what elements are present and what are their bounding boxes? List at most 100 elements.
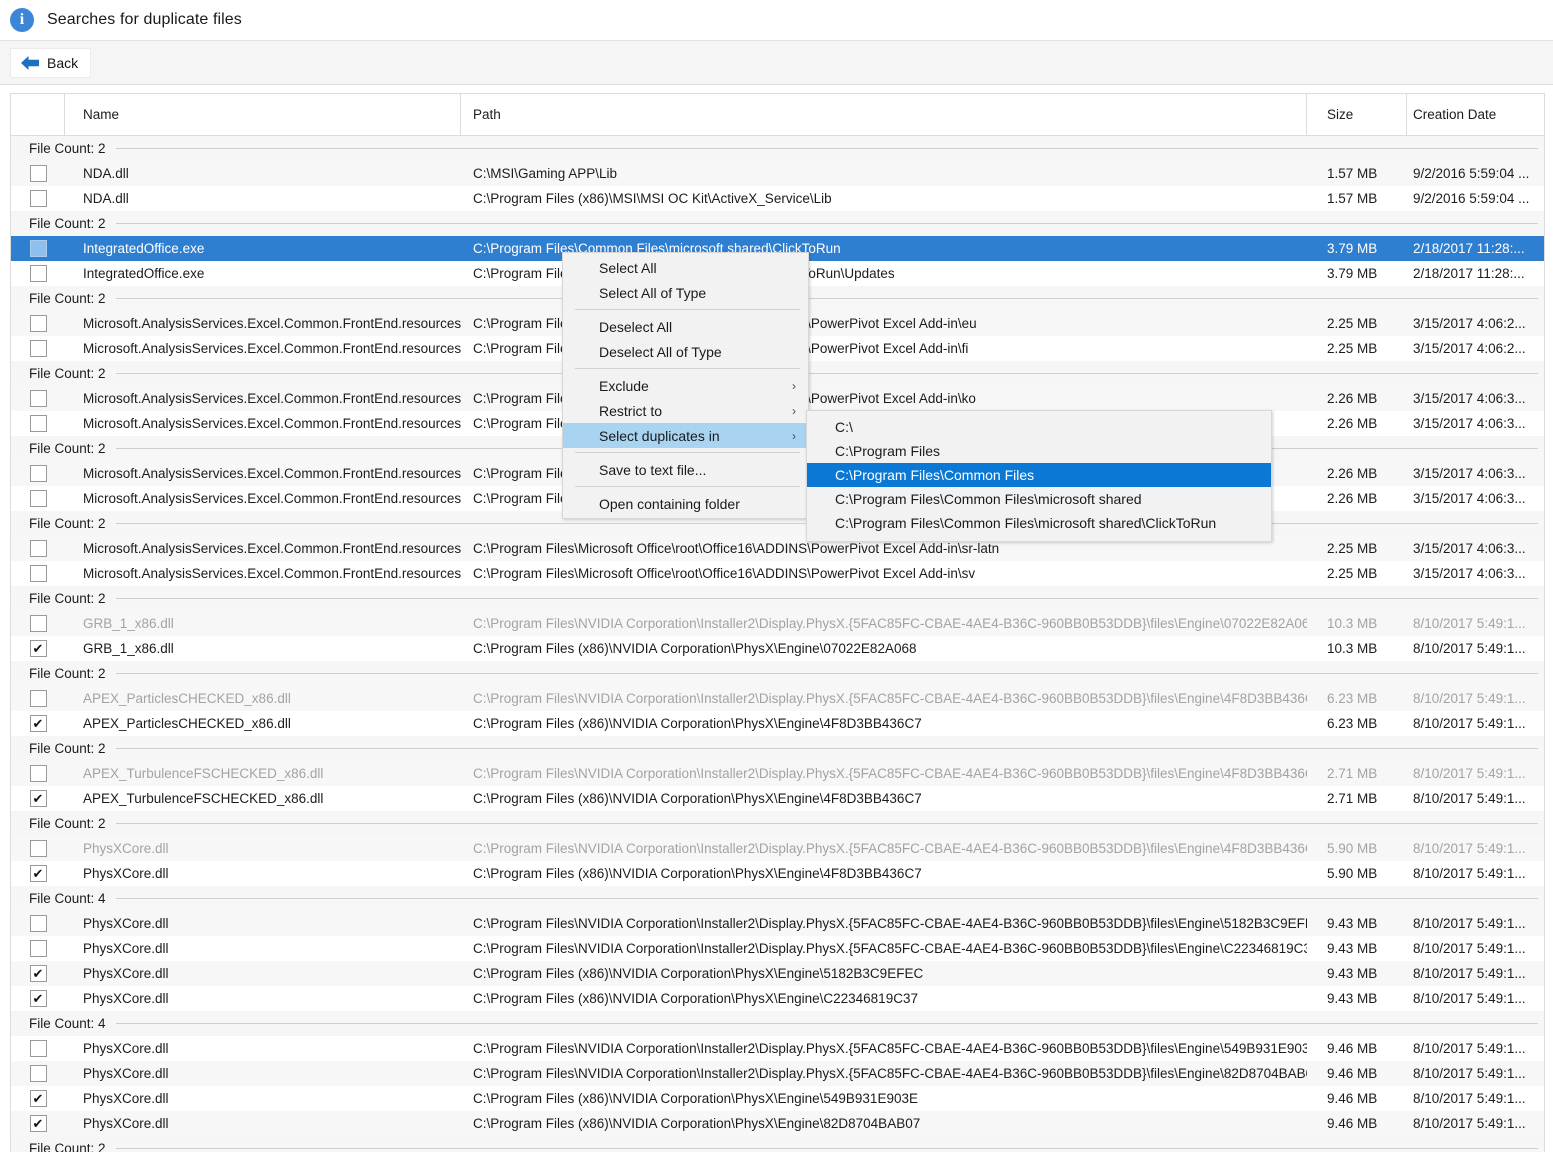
table-row[interactable]: APEX_TurbulenceFSCHECKED_x86.dllC:\Progr… — [11, 786, 1544, 811]
table-row[interactable]: PhysXCore.dllC:\Program Files\NVIDIA Cor… — [11, 1061, 1544, 1086]
column-header-checkbox[interactable] — [11, 94, 65, 135]
row-checkbox[interactable] — [30, 240, 47, 257]
row-checkbox[interactable] — [30, 190, 47, 207]
row-size-cell: 2.25 MB — [1307, 341, 1407, 356]
submenu-item[interactable]: C:\Program Files — [807, 439, 1271, 463]
column-header-name[interactable]: Name — [65, 94, 461, 135]
submenu-item[interactable]: C:\Program Files\Common Files\microsoft … — [807, 487, 1271, 511]
row-checkbox[interactable] — [30, 1090, 47, 1107]
row-checkbox[interactable] — [30, 315, 47, 332]
row-creation-date-cell: 3/15/2017 4:06:3... — [1407, 391, 1544, 406]
submenu-item[interactable]: C:\Program Files\Common Files — [807, 463, 1271, 487]
context-menu-item-label: Save to text file... — [599, 462, 706, 478]
row-checkbox[interactable] — [30, 865, 47, 882]
row-checkbox[interactable] — [30, 165, 47, 182]
table-row[interactable]: PhysXCore.dllC:\Program Files\NVIDIA Cor… — [11, 911, 1544, 936]
table-row[interactable]: NDA.dllC:\Program Files (x86)\MSI\MSI OC… — [11, 186, 1544, 211]
row-path-cell: C:\Program Files\NVIDIA Corporation\Inst… — [461, 1066, 1307, 1081]
menu-separator — [575, 309, 800, 310]
submenu-item[interactable]: C:\ — [807, 415, 1271, 439]
row-checkbox[interactable] — [30, 765, 47, 782]
row-checkbox[interactable] — [30, 915, 47, 932]
table-row[interactable]: NDA.dllC:\MSI\Gaming APP\Lib1.57 MB9/2/2… — [11, 161, 1544, 186]
row-checkbox[interactable] — [30, 415, 47, 432]
table-row[interactable]: APEX_ParticlesCHECKED_x86.dllC:\Program … — [11, 686, 1544, 711]
row-path-cell: C:\Program Files\NVIDIA Corporation\Inst… — [461, 841, 1307, 856]
row-checkbox[interactable] — [30, 615, 47, 632]
row-checkbox[interactable] — [30, 265, 47, 282]
context-menu-item-label: Select duplicates in — [599, 428, 720, 444]
row-name-cell: Microsoft.AnalysisServices.Excel.Common.… — [65, 416, 461, 431]
table-row[interactable]: PhysXCore.dllC:\Program Files (x86)\NVID… — [11, 961, 1544, 986]
table-row[interactable]: Microsoft.AnalysisServices.Excel.Common.… — [11, 561, 1544, 586]
column-header-size[interactable]: Size — [1307, 94, 1407, 135]
column-header-path[interactable]: Path — [461, 94, 1307, 135]
row-checkbox[interactable] — [30, 340, 47, 357]
row-checkbox[interactable] — [30, 540, 47, 557]
table-row[interactable]: GRB_1_x86.dllC:\Program Files (x86)\NVID… — [11, 636, 1544, 661]
row-name-cell: Microsoft.AnalysisServices.Excel.Common.… — [65, 541, 461, 556]
row-path-cell: C:\Program Files\Microsoft Office\root\O… — [461, 541, 1307, 556]
row-checkbox-cell — [11, 390, 65, 407]
row-checkbox[interactable] — [30, 840, 47, 857]
row-path-cell: C:\Program Files (x86)\NVIDIA Corporatio… — [461, 966, 1307, 981]
group-header-row: File Count: 2 — [11, 736, 1544, 761]
table-row[interactable]: PhysXCore.dllC:\Program Files\NVIDIA Cor… — [11, 836, 1544, 861]
row-checkbox-cell — [11, 990, 65, 1007]
context-menu-item[interactable]: Restrict to› — [563, 398, 808, 423]
row-checkbox[interactable] — [30, 1065, 47, 1082]
row-creation-date-cell: 3/15/2017 4:06:3... — [1407, 541, 1544, 556]
table-row[interactable]: GRB_1_x86.dllC:\Program Files\NVIDIA Cor… — [11, 611, 1544, 636]
row-checkbox[interactable] — [30, 1115, 47, 1132]
row-creation-date-cell: 9/2/2016 5:59:04 ... — [1407, 166, 1544, 181]
context-menu-item[interactable]: Select All of Type — [563, 280, 808, 305]
table-row[interactable]: Microsoft.AnalysisServices.Excel.Common.… — [11, 536, 1544, 561]
row-checkbox[interactable] — [30, 640, 47, 657]
context-menu-item[interactable]: Select duplicates in› — [563, 423, 808, 448]
row-checkbox-cell — [11, 1040, 65, 1057]
row-checkbox[interactable] — [30, 990, 47, 1007]
row-name-cell: APEX_TurbulenceFSCHECKED_x86.dll — [65, 766, 461, 781]
row-checkbox[interactable] — [30, 790, 47, 807]
row-name-cell: PhysXCore.dll — [65, 841, 461, 856]
table-row[interactable]: PhysXCore.dllC:\Program Files\NVIDIA Cor… — [11, 936, 1544, 961]
table-row[interactable]: PhysXCore.dllC:\Program Files\NVIDIA Cor… — [11, 1036, 1544, 1061]
row-checkbox[interactable] — [30, 690, 47, 707]
row-checkbox[interactable] — [30, 490, 47, 507]
row-path-cell: C:\Program Files (x86)\NVIDIA Corporatio… — [461, 866, 1307, 881]
submenu-item[interactable]: C:\Program Files\Common Files\microsoft … — [807, 511, 1271, 535]
row-checkbox[interactable] — [30, 940, 47, 957]
context-menu-item[interactable]: Save to text file... — [563, 457, 808, 482]
row-checkbox-cell — [11, 1090, 65, 1107]
row-checkbox[interactable] — [30, 565, 47, 582]
row-path-cell: C:\Program Files (x86)\NVIDIA Corporatio… — [461, 991, 1307, 1006]
row-size-cell: 2.26 MB — [1307, 491, 1407, 506]
app-window: i Searches for duplicate files Back Name… — [0, 0, 1553, 1152]
row-checkbox-cell — [11, 640, 65, 657]
row-checkbox-cell — [11, 315, 65, 332]
context-menu-item[interactable]: Exclude› — [563, 373, 808, 398]
context-menu-item[interactable]: Select All — [563, 255, 808, 280]
back-button[interactable]: Back — [10, 48, 91, 78]
table-row[interactable]: PhysXCore.dllC:\Program Files (x86)\NVID… — [11, 1086, 1544, 1111]
row-checkbox[interactable] — [30, 715, 47, 732]
table-row[interactable]: PhysXCore.dllC:\Program Files (x86)\NVID… — [11, 861, 1544, 886]
row-checkbox[interactable] — [30, 390, 47, 407]
row-checkbox-cell — [11, 265, 65, 282]
table-row[interactable]: PhysXCore.dllC:\Program Files (x86)\NVID… — [11, 1111, 1544, 1136]
row-size-cell: 9.46 MB — [1307, 1066, 1407, 1081]
table-row[interactable]: PhysXCore.dllC:\Program Files (x86)\NVID… — [11, 986, 1544, 1011]
context-menu-item[interactable]: Deselect All — [563, 314, 808, 339]
column-header-creation-date[interactable]: Creation Date — [1407, 94, 1544, 135]
context-menu-item[interactable]: Open containing folder — [563, 491, 808, 516]
row-size-cell: 2.25 MB — [1307, 541, 1407, 556]
row-checkbox-cell — [11, 165, 65, 182]
row-checkbox[interactable] — [30, 965, 47, 982]
context-menu-item[interactable]: Deselect All of Type — [563, 339, 808, 364]
row-creation-date-cell: 8/10/2017 5:49:1... — [1407, 841, 1544, 856]
table-row[interactable]: APEX_ParticlesCHECKED_x86.dllC:\Program … — [11, 711, 1544, 736]
row-checkbox[interactable] — [30, 1040, 47, 1057]
row-creation-date-cell: 8/10/2017 5:49:1... — [1407, 616, 1544, 631]
row-checkbox[interactable] — [30, 465, 47, 482]
table-row[interactable]: APEX_TurbulenceFSCHECKED_x86.dllC:\Progr… — [11, 761, 1544, 786]
